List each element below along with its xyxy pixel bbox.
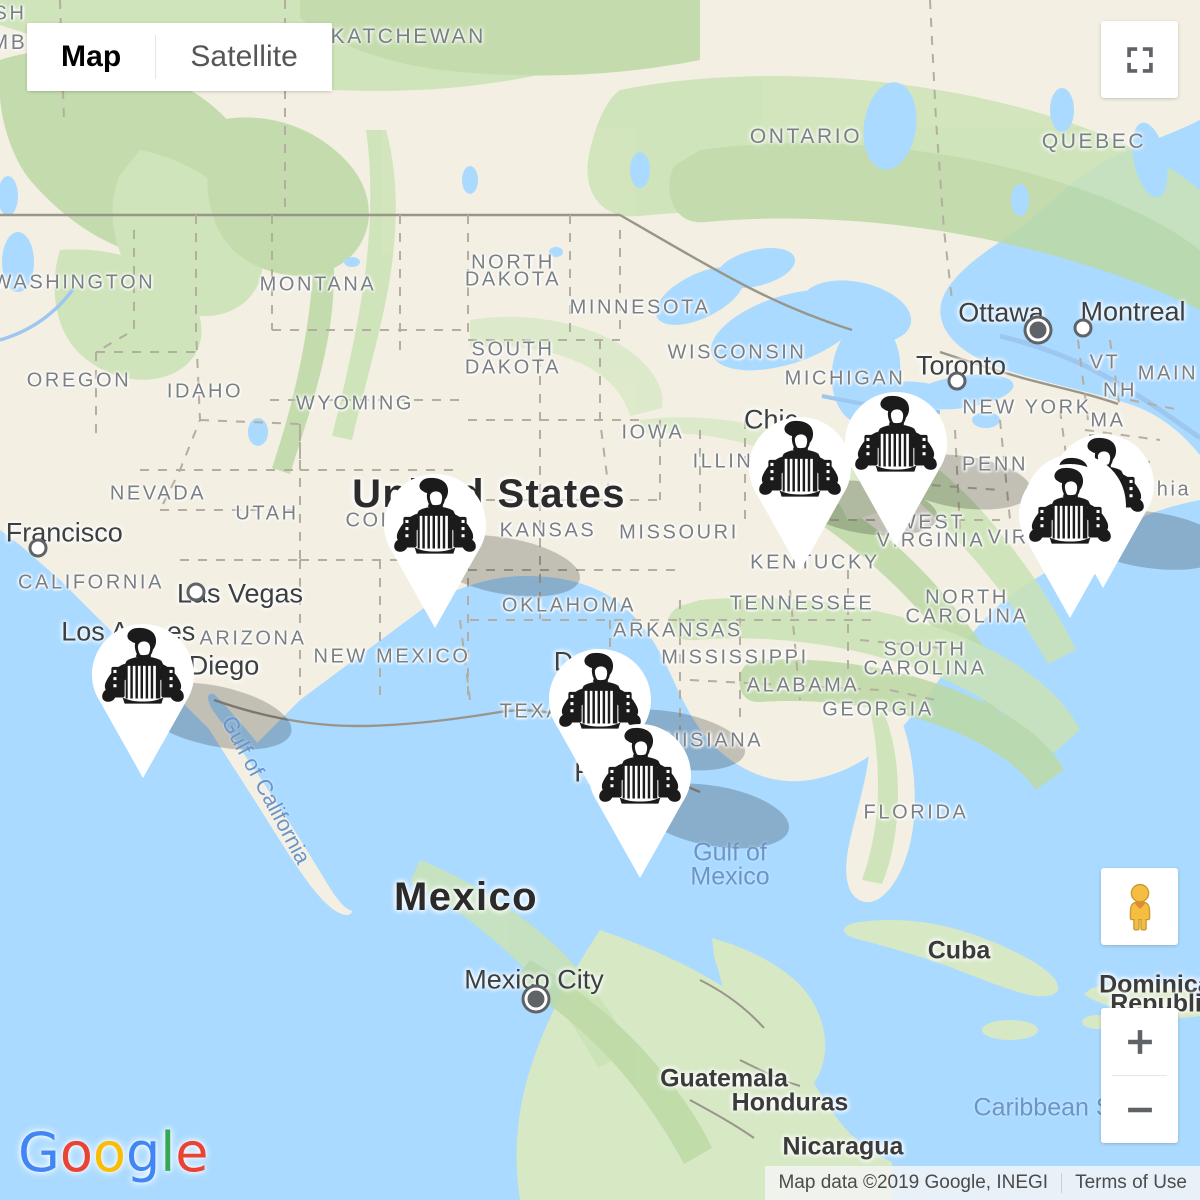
- map-label-state-16: NEVADA: [109, 482, 207, 505]
- city-dot-4: [28, 538, 48, 558]
- map-label-country-small-0: Cuba: [927, 936, 991, 965]
- map-label-state-2: MONTANA: [259, 273, 377, 296]
- map-label-state-8: WISCONSIN: [667, 341, 807, 364]
- map-label-state-28: TENNESSEE: [729, 592, 875, 615]
- map-label-state-39: GEORGIA: [822, 698, 934, 721]
- accordion-player-icon: [384, 474, 486, 628]
- map-label-state-20: MISSOURI: [619, 521, 739, 544]
- plus-icon: [1127, 1029, 1152, 1054]
- map-label-state-7: DAKOTA: [464, 356, 562, 379]
- zoom-out-button[interactable]: [1101, 1076, 1178, 1143]
- accordion-player-icon: [92, 624, 194, 778]
- google-map[interactable]: United StatesMexicoCubaDominicanRepublic…: [0, 0, 1200, 1200]
- map-label-province-1: QUEBEC: [1041, 129, 1147, 153]
- map-label-state-41: FLORIDA: [863, 801, 969, 824]
- minus-icon: [1127, 1107, 1152, 1112]
- google-logo-letter-3: g: [125, 1121, 161, 1184]
- terms-of-use-link[interactable]: Terms of Use: [1062, 1172, 1200, 1194]
- google-logo: Google: [18, 1126, 208, 1180]
- google-logo-letter-4: l: [160, 1121, 176, 1184]
- map-label-state-27: OKLAHOMA: [501, 594, 637, 617]
- marker-houston[interactable]: [579, 722, 701, 882]
- map-label-state-45: MA: [1090, 409, 1126, 432]
- map-label-state-36: CAROLINA: [863, 657, 987, 680]
- accordion-player-icon: [1019, 464, 1121, 618]
- city-dot-2: [947, 371, 967, 391]
- map-label-state-13: IOWA: [621, 421, 685, 444]
- zoom-control[interactable]: [1101, 1008, 1178, 1143]
- map-type-map-label: Map: [61, 40, 122, 73]
- google-logo-letter-5: e: [175, 1121, 209, 1184]
- map-type-satellite-button[interactable]: Satellite: [156, 23, 332, 91]
- map-label-state-38: ALABAMA: [746, 674, 860, 697]
- map-label-country-small-4: Honduras: [731, 1088, 849, 1117]
- map-label-state-14: NEW YORK: [962, 396, 1092, 419]
- map-label-state-9: MICHIGAN: [784, 367, 906, 390]
- map-label-state-5: MINNESOTA: [569, 296, 711, 319]
- map-label-country-1: Mexico: [393, 874, 539, 919]
- google-logo-letter-1: o: [59, 1121, 93, 1184]
- map-label-state-4: DAKOTA: [464, 268, 562, 291]
- attribution-bar: Map data ©2019 Google, INEGI Terms of Us…: [765, 1166, 1200, 1200]
- map-label-state-19: KANSAS: [499, 519, 597, 542]
- map-label-state-1: WASHINGTON: [0, 271, 156, 294]
- map-label-state-34: MISSISSIPPI: [661, 646, 809, 669]
- city-dot-0: [1029, 321, 1047, 339]
- map-label-province-0: ONTARIO: [749, 124, 863, 148]
- map-label-state-44: MAIN: [1137, 362, 1199, 385]
- map-label-state-0: SH: [0, 2, 27, 25]
- pegman-button[interactable]: [1101, 868, 1178, 945]
- map-type-control[interactable]: Map Satellite: [27, 23, 332, 91]
- map-label-city-1: Montreal: [1080, 296, 1186, 327]
- map-label-state-26: CALIFORNIA: [17, 571, 165, 594]
- pegman-icon: [1129, 883, 1150, 930]
- map-label-country-small-5: Nicaragua: [782, 1132, 904, 1161]
- city-dot-1: [1073, 318, 1093, 338]
- map-type-satellite-label: Satellite: [190, 40, 298, 73]
- map-label-state-43: NH: [1102, 379, 1138, 402]
- map-label-water-2: Mexico: [690, 862, 770, 891]
- fullscreen-icon: [1126, 46, 1153, 73]
- map-label-state-10: OREGON: [26, 369, 132, 392]
- google-logo-letter-0: G: [18, 1121, 60, 1184]
- map-label-state-32: ARKANSAS: [613, 619, 743, 642]
- map-type-map-button[interactable]: Map: [27, 23, 156, 91]
- google-logo-letter-2: o: [92, 1121, 126, 1184]
- city-dot-5: [186, 582, 206, 602]
- marker-ohio[interactable]: [835, 390, 957, 550]
- accordion-player-icon: [845, 392, 947, 546]
- fullscreen-button[interactable]: [1101, 21, 1178, 98]
- map-label-city-4: n Francisco: [0, 517, 123, 548]
- map-label-state-12: WYOMING: [295, 392, 415, 415]
- accordion-player-icon: [589, 724, 691, 878]
- marker-northeast-3[interactable]: [1009, 462, 1131, 622]
- zoom-in-button[interactable]: [1101, 1008, 1178, 1075]
- map-label-state-33: NEW MEXICO: [313, 645, 471, 668]
- map-label-province-3: MB: [0, 30, 28, 54]
- marker-colorado[interactable]: [374, 472, 496, 632]
- map-label-state-17: UTAH: [235, 502, 299, 525]
- map-label-state-42: VT: [1089, 351, 1121, 374]
- map-label-state-11: IDAHO: [166, 380, 244, 403]
- map-label-state-31: ARIZONA: [199, 627, 307, 650]
- map-data-attribution: Map data ©2019 Google, INEGI: [778, 1172, 1049, 1193]
- city-dot-11: [527, 990, 545, 1008]
- marker-los-angeles[interactable]: [82, 622, 204, 782]
- map-label-province-2: SKATCHEWAN: [314, 24, 486, 48]
